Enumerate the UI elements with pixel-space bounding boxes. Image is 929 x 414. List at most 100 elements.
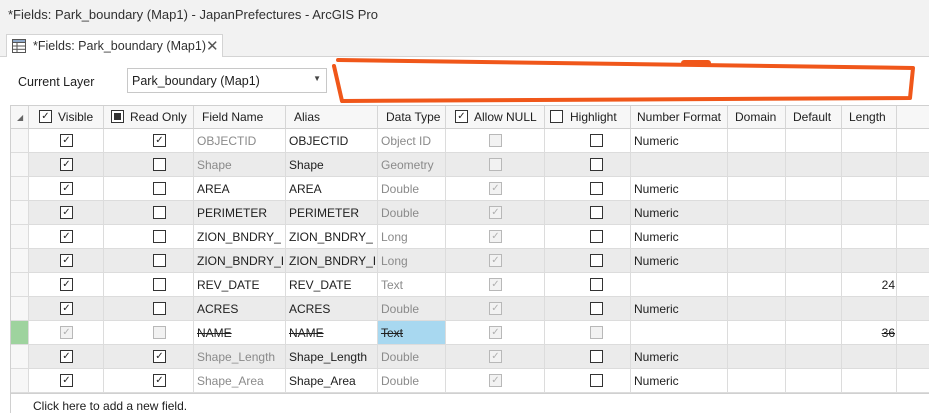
allow-null-checkbox[interactable]: ✓ (489, 182, 502, 195)
row-selector[interactable] (11, 201, 29, 225)
cell-domain[interactable] (728, 321, 786, 345)
cell-length[interactable]: 36 (842, 321, 897, 345)
read-only-checkbox[interactable] (153, 230, 166, 243)
cell-data-type[interactable]: Text (378, 273, 446, 297)
cell-length[interactable] (842, 345, 897, 369)
row-selector[interactable] (11, 249, 29, 273)
row-selector[interactable] (11, 177, 29, 201)
cell-read-only[interactable] (104, 321, 194, 345)
cell-read-only[interactable]: ✓ (104, 129, 194, 153)
allow-null-checkbox[interactable]: ✓ (489, 350, 502, 363)
cell-number-format[interactable] (631, 273, 728, 297)
column-header-data-type[interactable]: Data Type (378, 106, 446, 129)
cell-allow-null[interactable] (446, 129, 545, 153)
read-only-checkbox[interactable] (153, 326, 166, 339)
row-selector[interactable] (11, 225, 29, 249)
visible-checkbox[interactable]: ✓ (60, 182, 73, 195)
read-only-checkbox[interactable] (153, 182, 166, 195)
cell-domain[interactable] (728, 249, 786, 273)
highlight-checkbox[interactable] (590, 302, 603, 315)
cell-domain[interactable] (728, 153, 786, 177)
allow-null-checkbox[interactable]: ✓ (489, 374, 502, 387)
cell-field-name[interactable]: ZION_BNDRY_ID (194, 249, 286, 273)
cell-allow-null[interactable]: ✓ (446, 369, 545, 393)
cell-number-format[interactable]: Numeric (631, 297, 728, 321)
row-selector[interactable] (11, 273, 29, 297)
cell-alias[interactable]: NAME (286, 321, 378, 345)
cell-length[interactable] (842, 153, 897, 177)
cell-default[interactable] (786, 369, 842, 393)
tab-fields-view[interactable]: *Fields: Park_boundary (Map1) ✕ (6, 34, 223, 57)
cell-field-name[interactable]: ACRES (194, 297, 286, 321)
cell-alias[interactable]: ZION_BNDRY_ID (286, 249, 378, 273)
visible-checkbox[interactable]: ✓ (60, 134, 73, 147)
visible-checkbox[interactable]: ✓ (60, 302, 73, 315)
cell-domain[interactable] (728, 177, 786, 201)
cell-alias[interactable]: PERIMETER (286, 201, 378, 225)
highlight-checkbox[interactable] (590, 326, 603, 339)
cell-allow-null[interactable]: ✓ (446, 321, 545, 345)
highlight-checkbox[interactable] (590, 374, 603, 387)
column-header-read-only[interactable]: Read Only (104, 106, 194, 129)
row-selector[interactable] (11, 321, 29, 345)
cell-default[interactable] (786, 249, 842, 273)
visible-checkbox[interactable]: ✓ (60, 374, 73, 387)
cell-allow-null[interactable]: ✓ (446, 201, 545, 225)
cell-read-only[interactable]: ✓ (104, 369, 194, 393)
cell-default[interactable] (786, 321, 842, 345)
cell-allow-null[interactable]: ✓ (446, 177, 545, 201)
cell-alias[interactable]: Shape_Area (286, 369, 378, 393)
allow-null-checkbox[interactable]: ✓ (489, 302, 502, 315)
read-only-checkbox[interactable] (153, 158, 166, 171)
cell-length[interactable] (842, 201, 897, 225)
read-only-checkbox[interactable]: ✓ (153, 374, 166, 387)
cell-number-format[interactable]: Numeric (631, 177, 728, 201)
cell-read-only[interactable] (104, 201, 194, 225)
cell-number-format[interactable]: Numeric (631, 369, 728, 393)
visible-checkbox[interactable]: ✓ (60, 158, 73, 171)
highlight-all-checkbox[interactable] (550, 110, 563, 123)
read-only-checkbox[interactable] (153, 254, 166, 267)
column-header-length[interactable]: Length (842, 106, 897, 129)
highlight-checkbox[interactable] (590, 278, 603, 291)
cell-field-name[interactable]: NAME (194, 321, 286, 345)
cell-domain[interactable] (728, 225, 786, 249)
row-selector[interactable] (11, 345, 29, 369)
cell-visible[interactable]: ✓ (29, 249, 104, 273)
cell-number-format[interactable] (631, 321, 728, 345)
cell-field-name[interactable]: Shape (194, 153, 286, 177)
column-header-domain[interactable]: Domain (728, 106, 786, 129)
cell-visible[interactable]: ✓ (29, 345, 104, 369)
cell-visible[interactable]: ✓ (29, 177, 104, 201)
allow-null-all-checkbox[interactable]: ✓ (455, 110, 468, 123)
cell-alias[interactable]: ZION_BNDRY_ (286, 225, 378, 249)
cell-highlight[interactable] (545, 297, 631, 321)
cell-field-name[interactable]: Shape_Length (194, 345, 286, 369)
cell-default[interactable] (786, 201, 842, 225)
cell-domain[interactable] (728, 345, 786, 369)
highlight-checkbox[interactable] (590, 206, 603, 219)
cell-number-format[interactable] (631, 153, 728, 177)
cell-allow-null[interactable]: ✓ (446, 297, 545, 321)
cell-length[interactable] (842, 369, 897, 393)
cell-number-format[interactable]: Numeric (631, 201, 728, 225)
cell-visible[interactable]: ✓ (29, 369, 104, 393)
cell-allow-null[interactable] (446, 153, 545, 177)
cell-data-type[interactable]: Long (378, 225, 446, 249)
cell-read-only[interactable]: ✓ (104, 345, 194, 369)
cell-allow-null[interactable]: ✓ (446, 345, 545, 369)
cell-highlight[interactable] (545, 201, 631, 225)
cell-highlight[interactable] (545, 273, 631, 297)
cell-length[interactable]: 24 (842, 273, 897, 297)
cell-alias[interactable]: ACRES (286, 297, 378, 321)
cell-domain[interactable] (728, 129, 786, 153)
cell-domain[interactable] (728, 369, 786, 393)
highlight-checkbox[interactable] (590, 182, 603, 195)
allow-null-checkbox[interactable] (489, 134, 502, 147)
allow-null-checkbox[interactable] (489, 158, 502, 171)
column-header-number-format[interactable]: Number Format (631, 106, 728, 129)
cell-visible[interactable]: ✓ (29, 297, 104, 321)
read-only-checkbox[interactable] (153, 302, 166, 315)
cell-field-name[interactable]: ZION_BNDRY_ (194, 225, 286, 249)
column-header-alias[interactable]: Alias (286, 106, 378, 129)
